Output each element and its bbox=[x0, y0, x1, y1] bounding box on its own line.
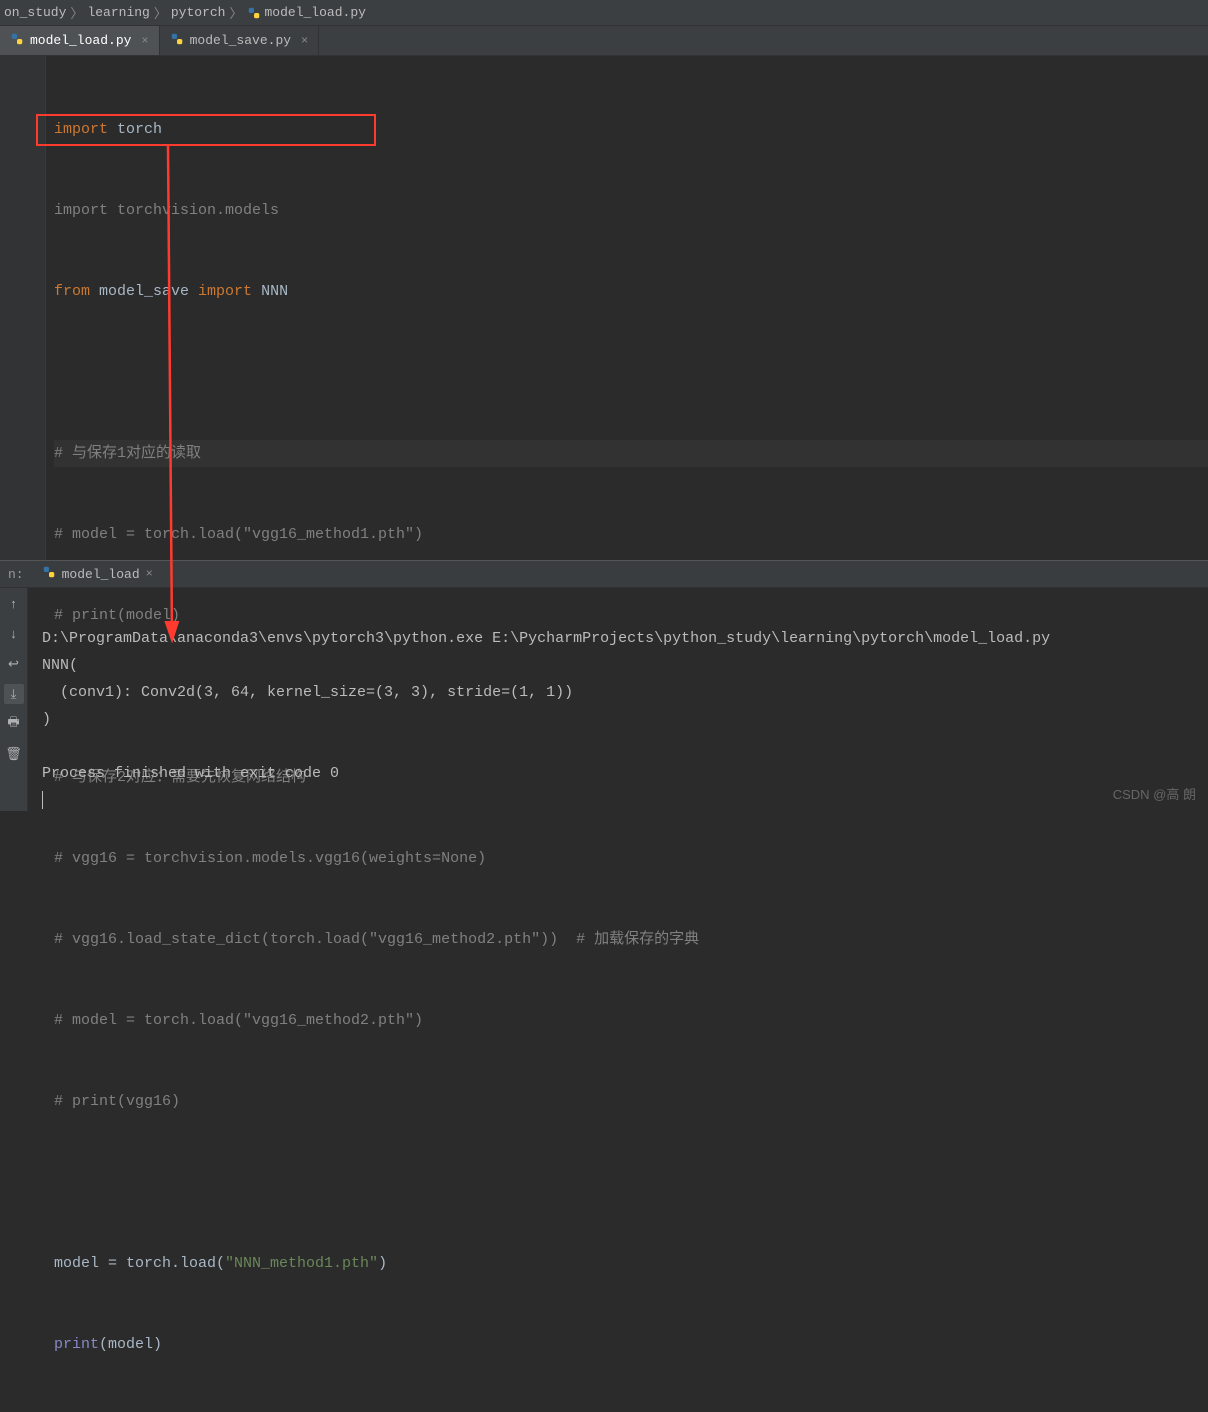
comment: # 与保存1对应的读取 bbox=[54, 445, 201, 462]
run-label: n: bbox=[0, 567, 32, 582]
code-text: import torchvision.models bbox=[54, 202, 279, 219]
code-text: model_save bbox=[90, 283, 198, 300]
breadcrumb-sep: 〉 bbox=[154, 3, 167, 22]
python-file-icon bbox=[170, 32, 184, 50]
console-line: Process finished with exit code 0 bbox=[42, 765, 339, 782]
python-file-icon bbox=[10, 32, 24, 50]
breadcrumb-sep: 〉 bbox=[70, 3, 83, 22]
tab-model-load[interactable]: model_load.py × bbox=[0, 26, 160, 55]
code-text: torch bbox=[108, 121, 162, 138]
editor-tabs: model_load.py × model_save.py × bbox=[0, 26, 1208, 56]
close-icon[interactable]: × bbox=[141, 34, 148, 48]
console-line: D:\ProgramData\anaconda3\envs\pytorch3\p… bbox=[42, 630, 1050, 647]
comment: # model = torch.load("vgg16_method1.pth"… bbox=[54, 526, 423, 543]
breadcrumb-sep: 〉 bbox=[229, 3, 242, 22]
breadcrumb-item[interactable]: model_load.py bbox=[265, 5, 366, 20]
comment: # vgg16 = torchvision.models.vgg16(weigh… bbox=[54, 850, 486, 867]
breadcrumb-item[interactable]: pytorch bbox=[171, 5, 226, 20]
cursor bbox=[42, 791, 43, 809]
tab-model-save[interactable]: model_save.py × bbox=[160, 26, 320, 55]
console-line: NNN( bbox=[42, 657, 78, 674]
keyword: import bbox=[198, 283, 252, 300]
breadcrumb-item[interactable]: learning bbox=[87, 5, 149, 20]
arrow-up-icon[interactable]: ↑ bbox=[4, 594, 24, 614]
code-text: model = torch.load( bbox=[54, 1255, 225, 1272]
run-console: ↑ ↓ ↩ ⤓ 🖶 🗑 D:\ProgramData\anaconda3\env… bbox=[0, 588, 1208, 811]
console-output[interactable]: D:\ProgramData\anaconda3\envs\pytorch3\p… bbox=[28, 588, 1208, 811]
python-file-icon bbox=[247, 6, 261, 20]
soft-wrap-icon[interactable]: ↩ bbox=[4, 654, 24, 674]
print-icon[interactable]: 🖶 bbox=[4, 714, 24, 734]
tab-label: model_save.py bbox=[190, 33, 291, 48]
breadcrumb: on_study 〉 learning 〉 pytorch 〉 model_lo… bbox=[0, 0, 1208, 26]
console-line: ) bbox=[42, 711, 51, 728]
console-toolbar: ↑ ↓ ↩ ⤓ 🖶 🗑 bbox=[0, 588, 28, 811]
close-icon[interactable]: × bbox=[301, 34, 308, 48]
scroll-to-end-icon[interactable]: ⤓ bbox=[4, 684, 24, 704]
comment: # print(vgg16) bbox=[54, 1093, 180, 1110]
code-text: (model) bbox=[99, 1336, 162, 1353]
keyword: import bbox=[54, 121, 108, 138]
builtin: print bbox=[54, 1336, 99, 1353]
tab-label: model_load.py bbox=[30, 33, 131, 48]
keyword: from bbox=[54, 283, 90, 300]
breadcrumb-item[interactable]: on_study bbox=[4, 5, 66, 20]
arrow-down-icon[interactable]: ↓ bbox=[4, 624, 24, 644]
code-editor[interactable]: import torch import torchvision.models f… bbox=[0, 56, 1208, 560]
trash-icon[interactable]: 🗑 bbox=[4, 744, 24, 764]
code-text: ) bbox=[378, 1255, 387, 1272]
console-line: (conv1): Conv2d(3, 64, kernel_size=(3, 3… bbox=[42, 684, 573, 701]
gutter bbox=[0, 56, 46, 560]
comment: # model = torch.load("vgg16_method2.pth"… bbox=[54, 1012, 423, 1029]
string: "NNN_method1.pth" bbox=[225, 1255, 378, 1272]
code-area[interactable]: import torch import torchvision.models f… bbox=[46, 56, 1208, 560]
watermark: CSDN @高 朗 bbox=[1113, 784, 1196, 803]
code-text: NNN bbox=[252, 283, 288, 300]
comment: # vgg16.load_state_dict(torch.load("vgg1… bbox=[54, 931, 699, 948]
